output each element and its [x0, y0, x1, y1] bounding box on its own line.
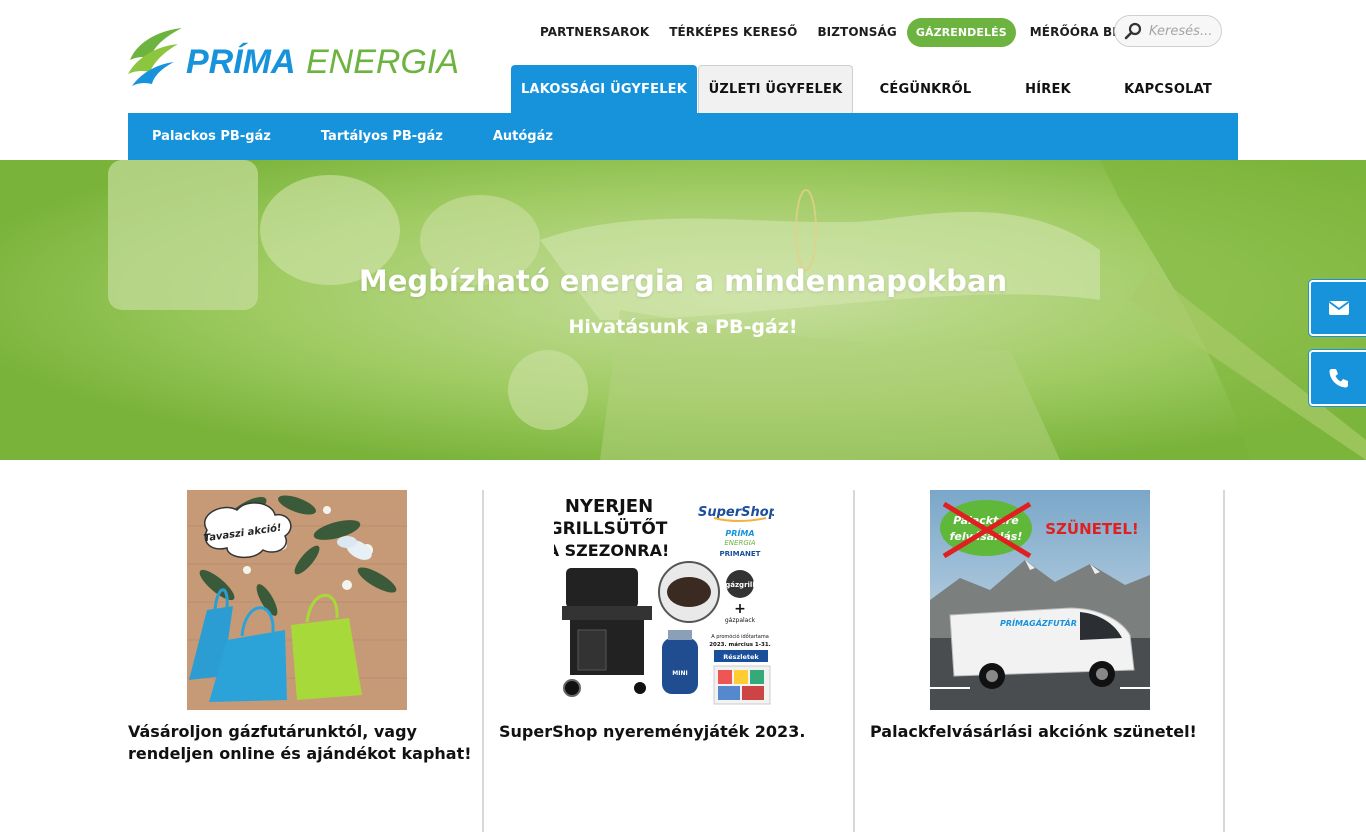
top-link-terkepes-kereso[interactable]: TÉRKÉPES KERESŐ: [669, 25, 797, 39]
tab-uzleti-ugyfelek[interactable]: ÜZLETI ÜGYFELEK: [698, 65, 853, 113]
search-box[interactable]: [1114, 15, 1222, 47]
gazgrill-badge-text: gázgrill: [725, 581, 754, 589]
news-card-title[interactable]: Vásároljon gázfutárunktól, vagy rendelje…: [128, 721, 473, 765]
sub-nav-tartalyos-pb-gaz[interactable]: Tartályos PB-gáz: [321, 129, 443, 144]
card-divider: [1223, 490, 1225, 832]
promo-details-button: Részletek: [723, 653, 759, 661]
sub-nav-autogaz[interactable]: Autógáz: [493, 129, 553, 144]
tab-kapcsolat[interactable]: KAPCSOLAT: [1098, 65, 1238, 113]
news-card-tavaszi-akcio[interactable]: Tavaszi akció! Vásároljon gázfutárunktól…: [128, 490, 473, 832]
card-divider: [853, 490, 855, 832]
szunetel-stamp-text: SZÜNETEL!: [1045, 519, 1139, 538]
promo-dates: 2023. március 1-31.: [709, 641, 771, 648]
hero-title: Megbízható energia a mindennapokban: [358, 264, 1008, 298]
primanet-logo-small: PRIMANET: [720, 550, 761, 558]
phone-icon: [1329, 369, 1348, 388]
tab-lakossagi-ugyfelek[interactable]: LAKOSSÁGI ÜGYFELEK: [511, 65, 697, 113]
hero-background-image: [0, 160, 1366, 460]
tab-hirek[interactable]: HÍREK: [998, 65, 1098, 113]
card-divider: [482, 490, 484, 832]
tavaszi-akcio-image[interactable]: Tavaszi akció!: [187, 490, 407, 710]
promo-headline-2: GRILLSÜTŐT: [554, 517, 668, 539]
sub-nav-palackos-pb-gaz[interactable]: Palackos PB-gáz: [152, 129, 271, 144]
promo-plus: +: [734, 601, 746, 617]
tab-cegunkrol[interactable]: CÉGÜNKRŐL: [853, 65, 998, 113]
logo-prima-text: PRÍMA: [186, 43, 296, 81]
promo-headline-1: NYERJEN: [565, 496, 653, 517]
top-link-biztonsag[interactable]: BIZTONSÁG: [817, 25, 896, 39]
energia-logo-small: ENERGIA: [724, 539, 755, 547]
supershop-promo-image[interactable]: NYERJEN GRILLSÜTŐT A SZEZONRA! SuperShop…: [554, 490, 774, 710]
logo-energia-text: ENERGIA: [306, 43, 458, 81]
news-card-palackfelvasarlas[interactable]: PRÍMAGÁZFUTÁR Palacktere felvásárlás! SZ…: [870, 490, 1215, 832]
top-links: PARTNERSAROK TÉRKÉPES KERESŐ BIZTONSÁG G…: [540, 14, 1205, 50]
hero-banner: Megbízható energia a mindennapokban Hiva…: [0, 160, 1366, 460]
gazpalack-text: gázpalack: [725, 617, 756, 624]
svg-text:MINI: MINI: [672, 670, 687, 677]
news-card-supershop[interactable]: NYERJEN GRILLSÜTŐT A SZEZONRA! SuperShop…: [499, 490, 844, 832]
top-link-partnersarok[interactable]: PARTNERSAROK: [540, 25, 649, 39]
news-card-title[interactable]: SuperShop nyereményjáték 2023.: [499, 721, 844, 743]
email-contact-button[interactable]: [1309, 280, 1366, 336]
main-nav: LAKOSSÁGI ÜGYFELEK ÜZLETI ÜGYFELEK CÉGÜN…: [511, 65, 1238, 113]
hero-subtitle: Hivatásunk a PB-gáz!: [568, 316, 798, 338]
phone-contact-button[interactable]: [1309, 350, 1366, 406]
van-logo-text: PRÍMAGÁZFUTÁR: [1000, 617, 1077, 628]
palackfelvasarlas-image[interactable]: PRÍMAGÁZFUTÁR Palacktere felvásárlás! SZ…: [930, 490, 1150, 710]
envelope-icon: [1328, 301, 1350, 315]
promo-headline-3: A SZEZONRA!: [554, 541, 669, 560]
sub-nav: Palackos PB-gáz Tartályos PB-gáz Autógáz: [128, 113, 1238, 160]
search-input[interactable]: [1147, 22, 1221, 40]
promo-duration-label: A promóció időtartama: [711, 633, 769, 640]
gazrendeles-button[interactable]: GÁZRENDELÉS: [906, 17, 1016, 47]
search-icon[interactable]: [1124, 22, 1142, 40]
prima-energia-logo[interactable]: PRÍMA ENERGIA: [128, 26, 458, 88]
news-card-title[interactable]: Palackfelvásárlási akciónk szünetel!: [870, 721, 1215, 743]
prima-logo-small: PRÍMA: [725, 527, 754, 538]
